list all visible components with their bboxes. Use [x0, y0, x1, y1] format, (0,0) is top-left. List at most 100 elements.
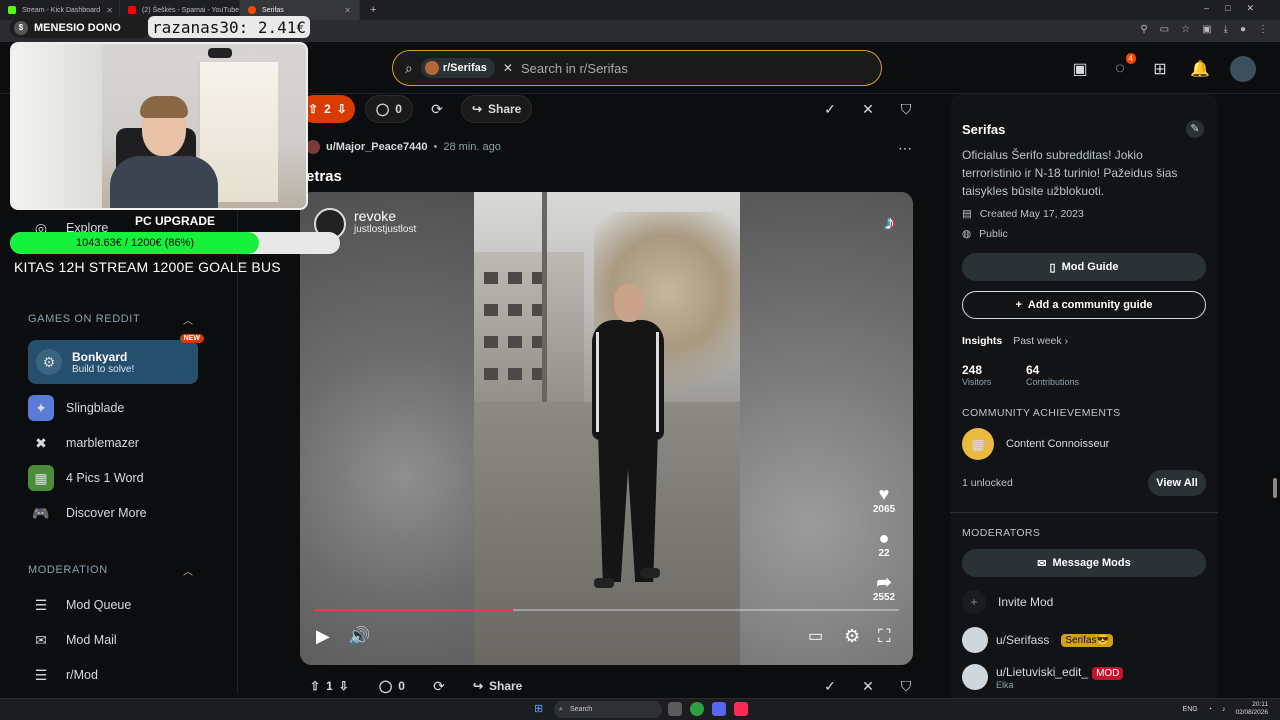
settings-app-icon[interactable] [668, 702, 682, 716]
header-actions: ▣ ◌ 4 ⊞ 🔔 [1070, 53, 1256, 82]
share-button[interactable]: ↪ Share [463, 672, 532, 700]
settings-gear-icon[interactable]: ⚙ [844, 626, 860, 647]
video-player[interactable]: revoke justlostjustlost ♪ ♥ 2065 ● 22 ➦ … [300, 192, 913, 665]
download-icon[interactable]: ⤓ [1224, 24, 1228, 35]
nav-r-mod[interactable]: ☰ r/Mod [28, 659, 98, 691]
crosspost-icon[interactable]: ⟳ [423, 95, 451, 123]
visibility: ◍ Public [962, 228, 1008, 240]
clock-time: 20:11 [1252, 701, 1268, 708]
window-controls[interactable]: –□✕ [1204, 3, 1270, 14]
invite-mod-button[interactable]: + Invite Mod [962, 590, 1053, 614]
nav-mod-mail[interactable]: ✉ Mod Mail [28, 624, 117, 656]
comment-count: 0 [395, 102, 402, 116]
approve-icon[interactable]: ✓ [816, 672, 844, 700]
moderators-header: MODERATORS [962, 527, 1041, 539]
nav-mod-queue[interactable]: ☰ Mod Queue [28, 589, 132, 621]
upvote-icon[interactable]: ⇧ [308, 102, 318, 116]
moderation-section-header[interactable]: MODERATION [28, 564, 108, 576]
bonkyard-card[interactable]: ⚙ Bonkyard Build to solve! NEW [28, 334, 204, 384]
chrome-app-icon[interactable] [690, 702, 704, 716]
moderator-item[interactable]: u/Lietuviski_edit_ MOD Elka [962, 664, 1124, 690]
close-tab-icon[interactable]: ✕ [106, 6, 113, 15]
play-icon[interactable]: ▶ [316, 626, 330, 647]
new-badge: NEW [179, 334, 204, 343]
downvote-icon[interactable]: ⇩ [337, 102, 347, 116]
post-meta: u/Major_Peace7440 • 28 min. ago [306, 140, 501, 154]
downvote-icon[interactable]: ⇩ [339, 679, 349, 693]
edit-pencil-icon[interactable]: ✎ [1186, 120, 1204, 138]
post-title[interactable]: etras [306, 168, 342, 185]
author-avatar[interactable] [306, 140, 320, 154]
upvote-icon[interactable]: ⇧ [310, 679, 320, 693]
menu-icon[interactable]: ⋮ [1258, 24, 1268, 35]
speaker-icon[interactable]: ♪ [1222, 706, 1226, 713]
view-all-button[interactable]: View All [1148, 470, 1206, 496]
tiktok-app-icon[interactable] [734, 702, 748, 716]
profile-icon[interactable]: ● [1240, 24, 1246, 35]
created-label: Created May 17, 2023 [979, 208, 1084, 220]
cast-icon[interactable]: ▭ [1160, 24, 1169, 35]
search-bar[interactable]: ⌕ r/Serifas ✕ Search in r/Serifas [392, 50, 882, 86]
comments-button[interactable]: ◯ 0 [364, 95, 413, 123]
remove-icon[interactable]: ✕ [854, 672, 882, 700]
vote-pill[interactable]: ⇧ 1 ⇩ [300, 672, 359, 700]
insights-row[interactable]: Insights Past week › [962, 335, 1068, 347]
dono-label: MENESIO DONO [34, 22, 121, 34]
lang-indicator[interactable]: ENG [1183, 706, 1198, 713]
coin-icon: $ [14, 21, 28, 35]
new-tab-button[interactable]: + [370, 4, 376, 16]
discord-app-icon[interactable] [712, 702, 726, 716]
games-section-header[interactable]: GAMES ON REDDIT [28, 313, 140, 325]
subreddit-chip[interactable]: r/Serifas [420, 58, 495, 78]
fullscreen-icon[interactable]: ⛶ [878, 626, 891, 647]
comments-button[interactable]: ◯ 0 [369, 672, 415, 700]
tab-kick[interactable]: Stream - Kick Dashboard ✕ [0, 0, 120, 20]
create-post-icon[interactable]: ⊞ [1150, 59, 1170, 79]
taskbar-search-label: Search [570, 706, 593, 713]
wifi-icon[interactable]: ◔ [1208, 706, 1212, 713]
video-progress-fill [314, 609, 513, 611]
crosspost-icon[interactable]: ⟳ [425, 672, 453, 700]
chat-icon[interactable]: ◌ 4 [1110, 53, 1136, 79]
bookmark-star-icon[interactable]: ☆ [1181, 24, 1190, 35]
discover-more[interactable]: 🎮 Discover More [28, 497, 146, 529]
captions-icon[interactable]: ▭ [808, 626, 823, 646]
close-tab-icon[interactable]: ✕ [344, 6, 351, 15]
search-input[interactable]: Search in r/Serifas [521, 61, 628, 76]
mod-shield-icon[interactable]: ⛉ [892, 95, 920, 123]
vote-count: 1 [326, 679, 333, 693]
clear-chip-icon[interactable]: ✕ [503, 61, 513, 75]
approve-icon[interactable]: ✓ [816, 95, 844, 123]
achievement-item[interactable]: ▦ Content Connoisseur [962, 428, 1109, 460]
more-options-icon[interactable]: ⋯ [898, 140, 912, 157]
add-guide-button[interactable]: + Add a community guide [962, 291, 1206, 319]
community-name: Serifas [962, 122, 1006, 137]
taskbar-search[interactable]: ⌕ Search [554, 701, 662, 718]
extension-icon[interactable]: ▣ [1202, 24, 1211, 35]
game-slingblade[interactable]: ✦ Slingblade [28, 392, 124, 424]
chevron-up-icon[interactable]: ︿ [183, 312, 193, 327]
windows-start-icon[interactable]: ⊞ [534, 702, 543, 715]
share-button[interactable]: ↪ Share [460, 95, 533, 123]
scrollbar-thumb[interactable] [1273, 478, 1277, 498]
message-mods-button[interactable]: ✉ Message Mods [962, 549, 1206, 577]
vote-pill[interactable]: ⇧ 2 ⇩ [300, 95, 355, 123]
visitors-stat: 248 Visitors [962, 363, 991, 387]
moderator-item[interactable]: u/Serifass Serifas😎 [962, 627, 1113, 653]
mod-guide-button[interactable]: ▯ Mod Guide [962, 253, 1206, 281]
user-avatar[interactable] [1230, 56, 1256, 82]
game-marblemazer[interactable]: ✖ marblemazer [28, 427, 139, 459]
zoom-icon[interactable]: ⚲ [1140, 24, 1147, 35]
remove-icon[interactable]: ✕ [854, 95, 882, 123]
bell-icon[interactable]: 🔔 [1190, 59, 1210, 79]
mod-shield-icon[interactable]: ⛉ [892, 672, 920, 700]
game-4pics[interactable]: ▦ 4 Pics 1 Word [28, 462, 144, 494]
contributions-stat: 64 Contributions [1026, 363, 1079, 387]
clock[interactable]: 20:11 02/08/2026 [1235, 701, 1268, 717]
post-author[interactable]: u/Major_Peace7440 [326, 141, 428, 153]
chevron-up-icon[interactable]: ︿ [183, 563, 193, 578]
video-progress-bar[interactable] [314, 609, 899, 611]
notification-count: 4 [1125, 53, 1136, 64]
volume-icon[interactable]: 🔊 [348, 626, 370, 647]
advertise-icon[interactable]: ▣ [1070, 59, 1090, 79]
